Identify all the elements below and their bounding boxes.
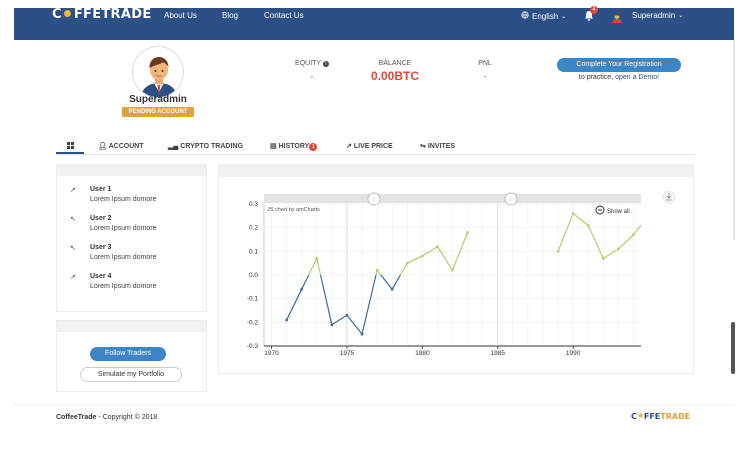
data-point[interactable]: [300, 287, 304, 291]
data-point[interactable]: [390, 287, 394, 291]
show-all-button[interactable]: Show all: [607, 209, 630, 215]
footer-logo-letters: FFE: [643, 412, 661, 421]
series-line-segment: [286, 288, 303, 321]
series-line-segment: [319, 274, 333, 325]
footer-copyright-text: - Copyright © 2018: [96, 414, 158, 421]
series-line-segment: [399, 262, 408, 276]
data-point[interactable]: [556, 249, 560, 253]
series-line-segment: [572, 212, 589, 226]
page: C FFETRADE About Us Blog Contact Us Engli…: [0, 0, 750, 450]
series-line-segment: [331, 314, 348, 326]
series-line-segment: [301, 274, 310, 290]
footer-brand: CoffeeTrade: [56, 414, 97, 421]
y-tick-label: -0.2: [247, 319, 259, 326]
data-point[interactable]: [586, 223, 590, 227]
footer-divider: [14, 404, 734, 405]
data-point[interactable]: [632, 233, 635, 237]
grip-icon: ⁞: [373, 197, 374, 203]
data-point[interactable]: [405, 261, 409, 265]
data-point[interactable]: [315, 257, 319, 260]
data-point[interactable]: [420, 254, 424, 258]
y-tick-label: -0.1: [247, 296, 259, 303]
series-line-segment: [308, 258, 318, 276]
data-point[interactable]: [451, 268, 454, 272]
grip-icon: ⁞: [510, 197, 511, 203]
scrollbar-thumb[interactable]: [731, 322, 735, 374]
data-point[interactable]: [330, 323, 334, 327]
data-point[interactable]: [601, 257, 605, 260]
footer-logo-letter: C: [631, 412, 637, 421]
footer-copyright: CoffeeTrade - Copyright © 2018: [56, 414, 157, 421]
series-line-segment: [316, 258, 322, 276]
data-point[interactable]: [466, 231, 469, 234]
series-line-segment: [346, 314, 363, 335]
y-tick-label: 0.2: [249, 225, 258, 232]
x-tick-label: 1990: [566, 350, 581, 357]
series-line-segment: [602, 248, 619, 259]
series-line-segment: [407, 255, 423, 264]
data-point[interactable]: [345, 313, 349, 317]
y-tick-label: 0.3: [249, 201, 258, 208]
scrollbar-track: [733, 40, 735, 240]
data-point[interactable]: [571, 212, 575, 215]
series-line-segment: [587, 225, 604, 259]
x-tick-label: 1980: [415, 350, 430, 357]
series-line-segment: [632, 224, 642, 236]
series-line-segment: [391, 274, 401, 290]
x-tick-label: 1975: [340, 350, 355, 357]
data-point[interactable]: [285, 318, 289, 322]
footer-logo-suffix: TRADE: [660, 412, 691, 421]
y-tick-label: 0.1: [249, 248, 258, 255]
series-line-segment: [361, 274, 377, 335]
x-tick-label: 1985: [491, 350, 506, 357]
y-tick-label: 0.0: [249, 272, 258, 279]
data-point[interactable]: [436, 245, 439, 249]
series-line-segment: [380, 274, 393, 290]
coffee-cup-icon: [636, 412, 644, 419]
footer-logo[interactable]: C FFETRADE: [631, 412, 690, 421]
series-line-segment: [436, 246, 454, 271]
chart-scrollbar[interactable]: [264, 194, 641, 203]
series-line-segment: [617, 234, 634, 250]
x-tick-label: 1970: [264, 350, 279, 357]
data-point[interactable]: [360, 332, 364, 336]
price-chart: ⁞ ⁞ 0.3 0.2 0.1 0.0 -0.1 -0.2 -0.3 1970 1975 1980 19…: [247, 190, 676, 357]
data-point[interactable]: [375, 268, 379, 272]
data-point[interactable]: [616, 247, 620, 251]
chart-credit: JS chart by amCharts: [267, 207, 320, 213]
series-line-segment: [557, 213, 574, 252]
y-tick-label: -0.3: [247, 343, 259, 350]
